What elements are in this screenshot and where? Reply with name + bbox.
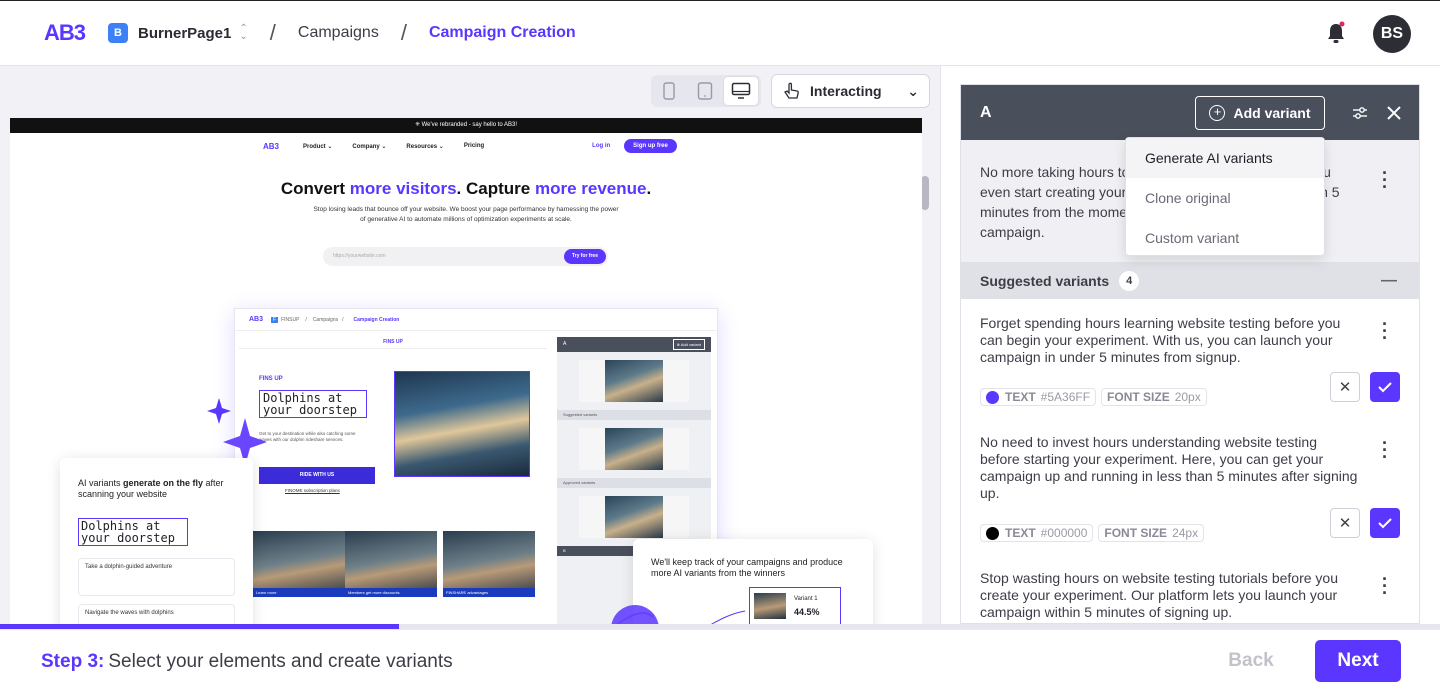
back-button[interactable]: Back	[1211, 640, 1291, 682]
approve-button[interactable]	[1370, 372, 1400, 402]
plus-circle-icon: +	[1209, 104, 1226, 121]
desktop-icon[interactable]	[723, 76, 759, 106]
mode-label: Interacting	[810, 83, 882, 99]
variant-item[interactable]: Stop wasting hours on website testing tu…	[961, 548, 1419, 621]
device-switcher	[651, 75, 761, 107]
chevron-down-icon: ⌄	[907, 82, 919, 99]
close-icon[interactable]	[1377, 105, 1411, 120]
breadcrumb-separator: /	[400, 20, 407, 45]
ai-variants-card: AI variants generate on the fly after sc…	[60, 458, 253, 624]
preview-hero-subtitle[interactable]: Stop losing leads that bounce off your w…	[10, 205, 922, 225]
notification-bell-icon[interactable]	[1325, 21, 1347, 45]
more-options-icon[interactable]: · · ·	[1376, 315, 1394, 347]
approve-button[interactable]	[1370, 508, 1400, 538]
menu-generate-ai-variants[interactable]: Generate AI variants	[1126, 138, 1324, 178]
text-color-chip: TEXT #000000	[980, 524, 1094, 542]
settings-sliders-icon[interactable]	[1343, 104, 1377, 122]
add-variant-button[interactable]: + Add variant	[1195, 95, 1325, 130]
step-indicator: Step 3: Select your elements and create v…	[41, 651, 453, 672]
mock-thumbnail: Members get more discounts	[345, 531, 437, 597]
menu-custom-variant[interactable]: Custom variant	[1126, 218, 1324, 258]
preview-login-link[interactable]: Log in	[592, 143, 610, 149]
mobile-icon[interactable]	[651, 76, 687, 106]
hand-pointer-icon	[784, 82, 799, 99]
variant-item[interactable]: No need to invest hours understanding we…	[961, 412, 1419, 548]
preview-banner: ✳ We've rebranded - say hello to AB3!	[10, 118, 922, 133]
menu-clone-original[interactable]: Clone original	[1126, 178, 1324, 218]
preview-signup-button[interactable]: Sign up free	[624, 139, 677, 153]
app-logo[interactable]: AB3	[44, 20, 86, 46]
breadcrumb-separator: /	[269, 20, 276, 45]
tracking-card: We'll keep track of your campaigns and p…	[611, 539, 873, 624]
website-preview[interactable]: ✳ We've rebranded - say hello to AB3! AB…	[10, 118, 922, 624]
font-size-chip: FONT SIZE 20px	[1101, 388, 1207, 406]
variant-text: Forget spending hours learning website t…	[980, 315, 1341, 365]
text-color-chip: TEXT #5A36FF	[980, 388, 1097, 406]
suggested-variants-header[interactable]: Suggested variants 4 —	[961, 262, 1419, 299]
preview-nav-company[interactable]: Company ⌄	[352, 143, 386, 150]
preview-canvas: Interacting ⌄ ✳ We've rebranded - say he…	[0, 66, 940, 624]
breadcrumb-campaigns[interactable]: Campaigns	[298, 24, 379, 42]
variant-text: No need to invest hours understanding we…	[980, 434, 1358, 501]
breadcrumb-campaign-creation: Campaign Creation	[428, 24, 576, 41]
preview-nav: AB3 Product ⌄ Company ⌄ Resources ⌄ Pric…	[10, 133, 922, 159]
add-variant-menu: Generate AI variants Clone original Cust…	[1125, 137, 1325, 256]
preview-nav-product[interactable]: Product ⌄	[303, 143, 332, 150]
project-switcher-icon[interactable]: ⌃ ⌄	[239, 24, 247, 42]
variant-text: Stop wasting hours on website testing tu…	[980, 570, 1338, 620]
color-swatch	[986, 390, 999, 404]
mock-thumbnail: Learn more	[253, 531, 345, 597]
reject-button[interactable]: ✕	[1330, 508, 1360, 538]
preview-scrollbar[interactable]	[921, 176, 929, 210]
more-options-icon[interactable]: · · ·	[1376, 164, 1394, 196]
project-name[interactable]: BurnerPage1	[138, 25, 231, 42]
interaction-mode-select[interactable]: Interacting ⌄	[771, 74, 930, 108]
user-avatar[interactable]: BS	[1373, 15, 1411, 53]
preview-try-button[interactable]: Try for free	[563, 249, 606, 264]
variant-item[interactable]: Forget spending hours learning website t…	[961, 299, 1419, 412]
more-options-icon[interactable]: · · ·	[1376, 570, 1394, 602]
reject-button[interactable]: ✕	[1330, 372, 1360, 402]
footer-bar: Step 3: Select your elements and create v…	[0, 629, 1440, 691]
mock-headline: Dolphins at your doorstep	[259, 390, 367, 418]
preview-url-input[interactable]: https://yourwebsite.com Try for free	[323, 247, 608, 266]
preview-nav-resources[interactable]: Resources ⌄	[406, 143, 443, 150]
mock-thumbnail: FINSHARE advantages	[443, 531, 535, 597]
color-swatch	[986, 526, 999, 540]
variant-group-name: A	[980, 103, 992, 121]
preview-hero-title[interactable]: Convert more visitors. Capture more reve…	[10, 179, 922, 199]
dolphin-image	[394, 371, 530, 477]
variant-panel-header: A + Add variant	[961, 85, 1419, 140]
collapse-icon[interactable]: —	[1381, 272, 1397, 290]
top-bar: AB3 B BurnerPage1 ⌃ ⌄ / Campaigns / Campa…	[0, 0, 1440, 66]
project-badge: B	[108, 23, 128, 43]
preview-logo[interactable]: AB3	[263, 142, 279, 151]
next-button[interactable]: Next	[1315, 640, 1401, 682]
suggested-count-badge: 4	[1119, 270, 1140, 291]
preview-nav-pricing[interactable]: Pricing	[464, 143, 484, 149]
more-options-icon[interactable]: · · ·	[1376, 434, 1394, 466]
tablet-icon[interactable]	[687, 76, 723, 106]
font-size-chip: FONT SIZE 24px	[1098, 524, 1205, 542]
